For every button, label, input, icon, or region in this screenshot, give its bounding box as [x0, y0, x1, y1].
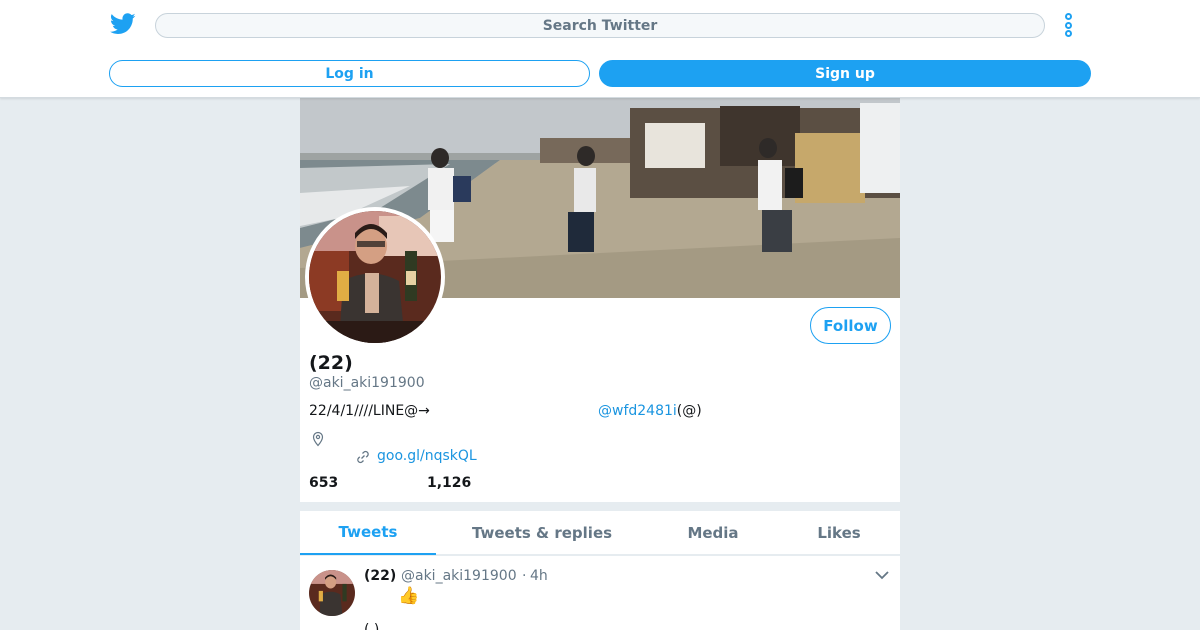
vertical-ellipsis-icon[interactable] [1058, 12, 1078, 38]
profile-url-link[interactable]: goo.gl/nqskQL [377, 448, 477, 464]
followers-count[interactable]: 1,126 [427, 475, 471, 491]
link-icon [357, 450, 369, 464]
profile-display-name: (22) [309, 352, 353, 374]
tweet-avatar[interactable] [309, 570, 355, 616]
dot [1064, 21, 1072, 29]
tweet-timestamp[interactable]: 4h [530, 568, 548, 584]
search-input[interactable]: Search Twitter [155, 13, 1045, 38]
tab-tweets[interactable]: Tweets [300, 511, 436, 555]
dot [1064, 13, 1072, 20]
avatar-photo [309, 211, 441, 343]
tweet-separator: · [522, 568, 527, 584]
profile-avatar[interactable] [305, 207, 445, 347]
dot [1064, 30, 1072, 37]
tab-likes[interactable]: Likes [798, 511, 880, 555]
profile-card: Follow (22) @aki_aki191900 22/4/1////LIN… [300, 98, 900, 502]
chevron-down-icon[interactable] [874, 569, 890, 581]
follow-button[interactable]: Follow [810, 307, 891, 344]
tweet-item[interactable]: (22) @aki_aki191900 · 4h 👍 ( ) [300, 556, 900, 630]
following-count[interactable]: 653 [309, 475, 338, 491]
tweet-avatar-photo [309, 570, 355, 616]
tweet-author-name[interactable]: (22) [364, 568, 396, 584]
signup-button[interactable]: Sign up [599, 60, 1091, 87]
profile-bio-mention-line: @wfd2481i(@) [598, 403, 702, 419]
top-header: Search Twitter Log in Sign up [0, 0, 1200, 98]
tweet-next-line: ( ) [364, 622, 380, 630]
profile-handle[interactable]: @aki_aki191900 [309, 375, 425, 391]
tab-tweets-and-replies[interactable]: Tweets & replies [450, 511, 634, 555]
map-pin-icon [312, 431, 324, 447]
profile-tabs: Tweets Tweets & replies Media Likes [300, 511, 900, 555]
login-button[interactable]: Log in [109, 60, 590, 87]
tweet-text: 👍 [398, 586, 420, 606]
tab-media[interactable]: Media [660, 511, 766, 555]
twitter-bird-icon[interactable] [110, 12, 136, 36]
bio-mention-link[interactable]: @wfd2481i [598, 403, 677, 419]
tweet-author-handle[interactable]: @aki_aki191900 [401, 568, 517, 584]
bio-suffix: (@) [676, 403, 702, 419]
profile-bio: 22/4/1////LINE@→ [309, 403, 430, 419]
